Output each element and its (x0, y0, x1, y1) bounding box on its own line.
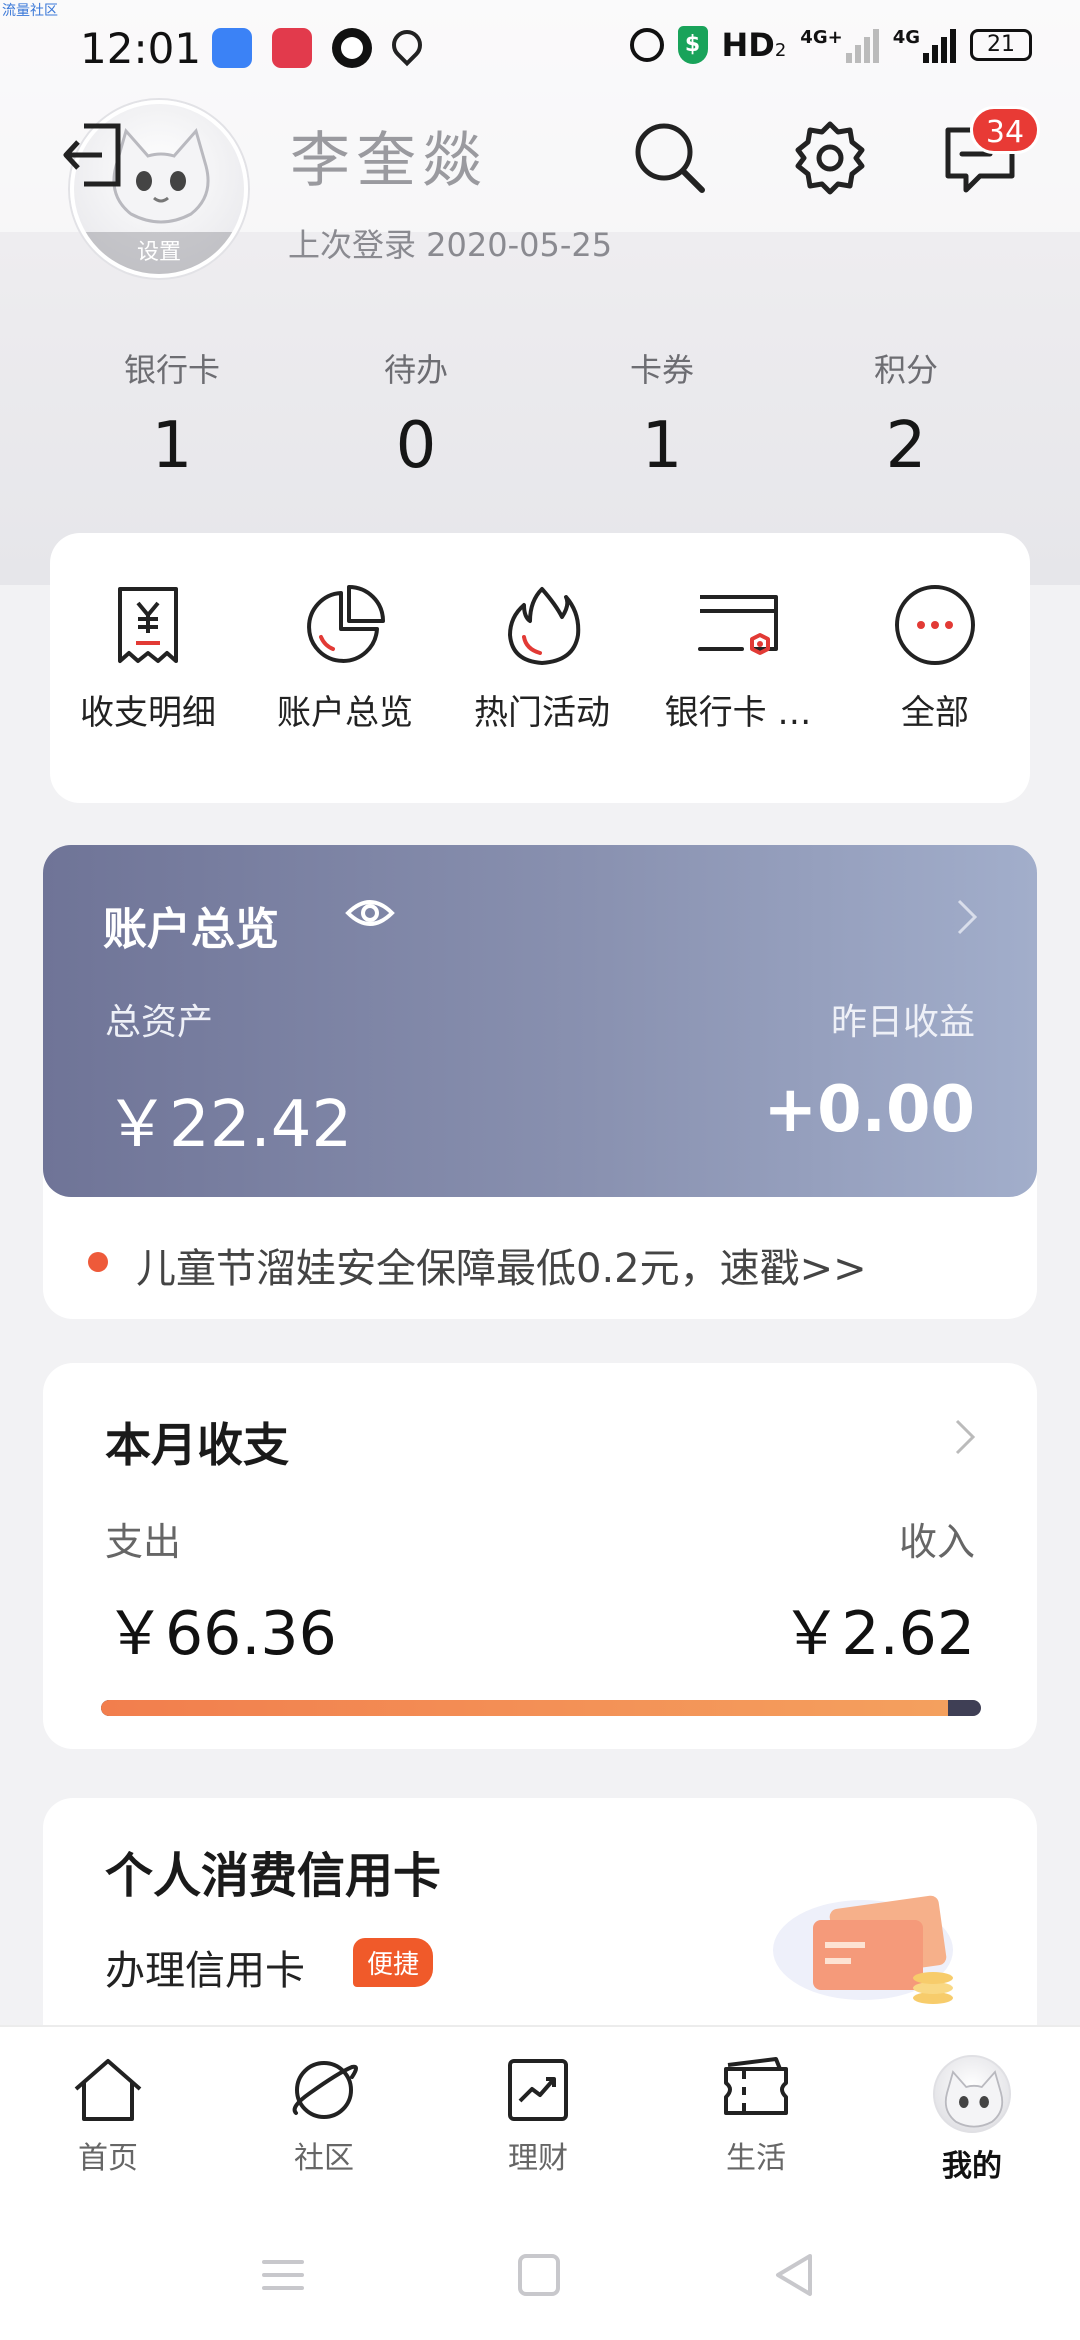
credit-card-illustration (773, 1895, 953, 2004)
nav-label: 理财 (508, 2141, 568, 2176)
nav-label: 我的 (942, 2149, 1002, 2184)
shortcut-label: 热门活动 (474, 693, 610, 733)
stat-label: 银行卡 (123, 351, 220, 389)
stat-coupons[interactable]: 卡券 1 (562, 345, 762, 483)
avatar-setting-label: 设置 (74, 232, 244, 274)
monthly-title: 本月收支 (105, 1418, 289, 1472)
logout-button[interactable] (60, 122, 124, 188)
credit-title: 个人消费信用卡 (105, 1848, 442, 1904)
income-expense-bar (101, 1700, 981, 1716)
monthly-summary-card[interactable]: 本月收支 支出 收入 ￥66.36 ￥2.62 (43, 1363, 1037, 1749)
shortcut-all[interactable]: 全部 (840, 583, 1030, 734)
nav-home[interactable]: 首页 (28, 2055, 188, 2177)
logout-icon (63, 123, 121, 187)
last-login: 上次登录 2020-05-25 (288, 226, 613, 264)
shortcut-bank-card[interactable]: 银行卡 … (643, 583, 833, 734)
promo-dot (88, 1252, 108, 1272)
shortcut-transactions[interactable]: 收支明细 (53, 583, 243, 734)
home-square-icon[interactable] (514, 2250, 564, 2300)
signal-icon-2: 4G (893, 27, 956, 63)
bank-card-icon (698, 595, 778, 655)
alarm-icon (629, 28, 664, 62)
flame-icon (508, 587, 581, 665)
shortcut-label: 全部 (901, 693, 969, 733)
total-assets-label: 总资产 (105, 1002, 214, 1043)
stat-value: 1 (151, 409, 193, 483)
stat-value: 0 (395, 409, 437, 483)
nav-label: 社区 (294, 2141, 354, 2176)
status-right: $ HD2 4G+ 4G 21 (629, 26, 1032, 64)
expense-value: ￥66.36 (105, 1599, 337, 1669)
receipt-yen-icon (118, 587, 178, 663)
stat-label: 待办 (383, 351, 448, 389)
shortcuts-card: 收支明细 账户总览 热门活动 银行卡 … 全部 (50, 533, 1030, 803)
menu-icon[interactable] (258, 2250, 308, 2300)
shortcut-label: 收支明细 (80, 693, 216, 733)
nav-community[interactable]: 社区 (244, 2055, 404, 2177)
nav-label: 生活 (726, 2141, 786, 2176)
recorder-app-icon (272, 28, 312, 68)
yesterday-earnings-label: 昨日收益 (830, 1002, 975, 1043)
system-nav-bar (0, 2210, 1080, 2340)
status-bar: 12:01 $ HD2 4G+ 4G 21 (0, 0, 1080, 100)
convenient-tag: 便捷 (353, 1938, 434, 1987)
q-app-icon (332, 28, 372, 68)
nav-life[interactable]: 生活 (676, 2055, 836, 2177)
account-overview-card[interactable]: 账户总览 总资产 昨日收益 ￥22.42 +0.00 (43, 845, 1037, 1197)
nav-wealth[interactable]: 理财 (458, 2055, 618, 2177)
search-icon (635, 123, 705, 193)
nav-label: 首页 (78, 2141, 138, 2176)
android-app-icon (212, 28, 252, 68)
settings-button[interactable] (790, 118, 870, 198)
shortcut-hot-events[interactable]: 热门活动 (447, 583, 637, 734)
stat-points[interactable]: 积分 2 (806, 345, 1006, 483)
nav-mine[interactable]: 我的 (892, 2055, 1052, 2185)
shortcut-label: 银行卡 … (664, 693, 812, 733)
back-triangle-icon[interactable] (770, 2250, 820, 2300)
promo-banner[interactable]: 儿童节溜娃安全保障最低0.2元，速戳>> (136, 1236, 867, 1294)
chevron-right-icon (955, 1419, 976, 1455)
planet-icon (292, 2061, 358, 2119)
pie-chart-icon (307, 585, 385, 663)
search-button[interactable] (630, 118, 710, 198)
stat-todo[interactable]: 待办 0 (316, 345, 516, 483)
more-dots-icon (895, 585, 975, 665)
shortcut-label: 账户总览 (277, 693, 413, 733)
home-icon (74, 2059, 142, 2121)
signal-icon-1: 4G+ (800, 27, 879, 63)
trend-chart-icon (508, 2059, 568, 2121)
income-value: ￥2.62 (781, 1599, 975, 1669)
stat-value: 1 (641, 409, 683, 483)
cat-avatar-small-icon (944, 2070, 1004, 2128)
ticket-icon (724, 2057, 788, 2115)
hd-indicator: HD2 (721, 26, 787, 64)
income-label: 收入 (898, 1520, 975, 1564)
user-name: 李奎燚 (290, 126, 488, 196)
apply-credit-card[interactable]: 办理信用卡 (105, 1938, 305, 1996)
expense-label: 支出 (105, 1520, 182, 1564)
stat-label: 卡券 (629, 351, 694, 389)
stat-bank-cards[interactable]: 银行卡 1 (72, 345, 272, 483)
battery-icon: 21 (970, 29, 1032, 61)
yesterday-earnings-value: +0.00 (763, 1073, 975, 1147)
account-title: 账户总览 (103, 904, 279, 955)
credit-card-section[interactable]: 个人消费信用卡 办理信用卡 便捷 (43, 1798, 1037, 2038)
stat-value: 2 (885, 409, 927, 483)
watermark: 流量社区 (2, 3, 58, 19)
messages-badge: 34 (970, 106, 1040, 154)
status-time: 12:01 (80, 24, 202, 73)
shortcut-account-overview[interactable]: 账户总览 (250, 583, 440, 734)
stat-label: 积分 (873, 351, 938, 389)
avatar-icon (933, 2055, 1011, 2133)
eye-icon[interactable] (345, 893, 395, 933)
bottom-nav: 首页 社区 理财 生活 我的 (0, 2025, 1080, 2210)
gear-icon (795, 121, 865, 195)
total-assets-value: ￥22.42 (105, 1088, 353, 1162)
chevron-right-icon (957, 899, 978, 935)
location-icon (385, 23, 429, 67)
shield-icon: $ (677, 26, 708, 64)
expense-bar-fill (101, 1700, 948, 1716)
